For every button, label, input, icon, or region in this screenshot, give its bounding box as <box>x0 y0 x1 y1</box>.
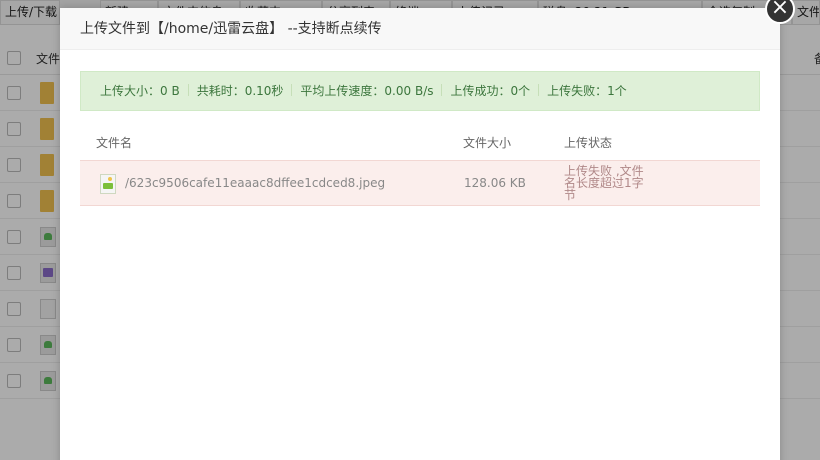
dialog-title: 上传文件到【/home/迅雷云盘】 --支持断点续传 <box>60 8 780 50</box>
upload-file-size: 128.06 KB <box>464 176 526 190</box>
upload-row: /623c9506cafe11eaaac8dffee1cdced8.jpeg 1… <box>80 160 760 206</box>
upload-table-header: 文件名 文件大小 上传状态 <box>80 124 760 160</box>
upload-status: 上传失败 ,文件名长度超过1字节 <box>564 164 644 202</box>
divider <box>291 84 293 96</box>
column-file-name: 文件名 <box>96 136 133 150</box>
divider <box>538 84 540 96</box>
summary-failed-count: 上传失败：1个 <box>547 84 627 98</box>
column-file-size: 文件大小 <box>463 136 512 150</box>
column-upload-status: 上传状态 <box>564 136 613 150</box>
divider <box>187 84 189 96</box>
summary-success-count: 上传成功：0个 <box>450 84 531 98</box>
upload-file-name: /623c9506cafe11eaaac8dffee1cdced8.jpeg <box>125 176 386 190</box>
summary-average-speed: 平均上传速度：0.00 B/s <box>300 84 434 98</box>
upload-dialog: 上传文件到【/home/迅雷云盘】 --支持断点续传 上传大小：0 B 共耗时：0… <box>60 8 780 460</box>
summary-time-spent: 共耗时：0.10秒 <box>196 84 284 98</box>
upload-summary: 上传大小：0 B 共耗时：0.10秒 平均上传速度：0.00 B/s 上传成功：0个 上… <box>80 71 760 111</box>
image-file-icon <box>100 174 116 194</box>
divider <box>441 84 443 96</box>
summary-upload-size: 上传大小：0 B <box>100 84 180 98</box>
